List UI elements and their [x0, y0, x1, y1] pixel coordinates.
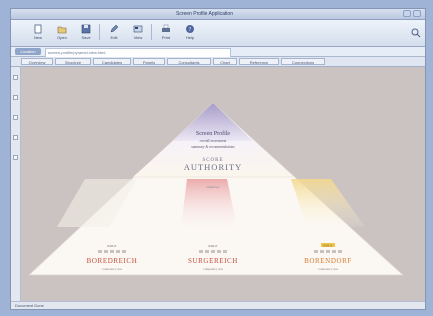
new-label: New [33, 35, 42, 40]
edit-icon [110, 24, 119, 33]
open-icon [57, 26, 67, 34]
edit-button[interactable]: Edit [105, 23, 123, 43]
status-bar: Document Done [11, 301, 425, 309]
apex-title: Screen Profile [196, 130, 230, 137]
middle-title: AUTHORITY [184, 162, 243, 172]
address-row: Location [11, 47, 425, 58]
help-button[interactable]: ? Help [181, 23, 199, 43]
base-left-word: BOREDREICH [87, 257, 138, 265]
base-left-caption: competency area [102, 267, 123, 271]
left-strip [11, 67, 21, 303]
tab-structure[interactable]: Structure [55, 58, 91, 65]
strip-button[interactable] [13, 115, 18, 120]
view-button[interactable]: View [129, 23, 147, 43]
address-label: Location [15, 48, 41, 55]
tab-connections[interactable]: Connections [281, 58, 325, 65]
base-center-top: ROLE [208, 244, 217, 248]
tab-overview[interactable]: Overview [21, 58, 53, 65]
print-button[interactable]: Print [157, 23, 175, 43]
tab-bar: Overview Structure Candidates Panels Con… [11, 57, 425, 67]
edit-label: Edit [110, 35, 118, 40]
title-bar: Screen Profile Application [11, 9, 425, 20]
tab-reference[interactable]: Reference [239, 58, 279, 65]
open-label: Open [57, 35, 67, 40]
print-icon [162, 24, 170, 32]
apex-sub2: summary & recommendations [191, 145, 235, 149]
help-label: Help [185, 35, 195, 40]
base-center-caption: competency area [203, 267, 224, 271]
pyramid-diagram: Screen Profile overall assessment summar… [27, 102, 405, 276]
toolbar: New Open Save Edit View Print ? Help [11, 20, 425, 47]
tab-candidates[interactable]: Candidates [93, 58, 131, 65]
strip-button[interactable] [13, 75, 18, 80]
tab-panels[interactable]: Panels [133, 58, 165, 65]
search-icon[interactable] [411, 28, 421, 38]
view-icon [133, 25, 143, 33]
diagram-canvas: Screen Profile overall assessment summar… [21, 67, 425, 303]
base-center-word: SURGEREICH [188, 257, 238, 265]
open-button[interactable]: Open [53, 23, 71, 43]
base-right-caption: competency area [318, 267, 339, 271]
tab-chart[interactable]: Chart [213, 58, 237, 65]
base-left-top: ROLE [107, 244, 116, 248]
help-icon: ? [186, 25, 194, 33]
save-label: Save [81, 35, 91, 40]
print-label: Print [161, 35, 171, 40]
status-text: Document Done [15, 303, 44, 308]
save-button[interactable]: Save [77, 23, 95, 43]
base-right-top: ROLE [323, 244, 332, 248]
strip-button[interactable] [13, 135, 18, 140]
minimize-button[interactable] [403, 10, 411, 17]
tab-consultants[interactable]: Consultants [167, 58, 211, 65]
svg-text:?: ? [189, 27, 192, 33]
base-right-word: BORENDORF [304, 257, 352, 265]
window-title: Screen Profile Application [176, 11, 233, 17]
toolbar-separator [99, 24, 100, 40]
new-icon [34, 24, 42, 34]
view-label: View [133, 35, 143, 40]
strip-button[interactable] [13, 95, 18, 100]
toolbar-separator [151, 24, 152, 40]
save-icon [81, 24, 91, 34]
apex-sub1: overall assessment [200, 139, 227, 143]
maximize-button[interactable] [413, 10, 421, 17]
new-button[interactable]: New [29, 23, 47, 43]
app-window: Screen Profile Application New Open Save… [10, 8, 426, 310]
middle-caption: summary [206, 185, 219, 189]
strip-button[interactable] [13, 155, 18, 160]
